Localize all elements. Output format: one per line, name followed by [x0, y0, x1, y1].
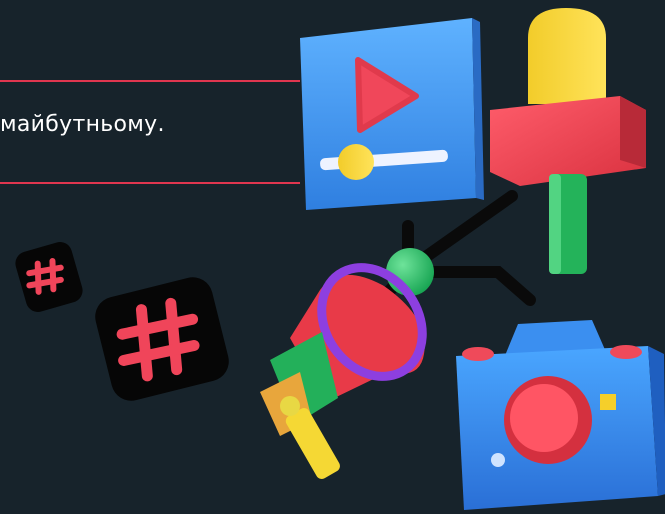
camera-icon	[456, 320, 665, 510]
hashtag-tile-large-icon	[95, 277, 229, 401]
video-player-icon	[300, 18, 484, 210]
microphone-icon	[490, 8, 646, 274]
illustration-stage: майбутньому.	[0, 0, 665, 514]
media-illustration	[15, 8, 665, 510]
hashtag-tile-small-icon	[15, 242, 83, 312]
